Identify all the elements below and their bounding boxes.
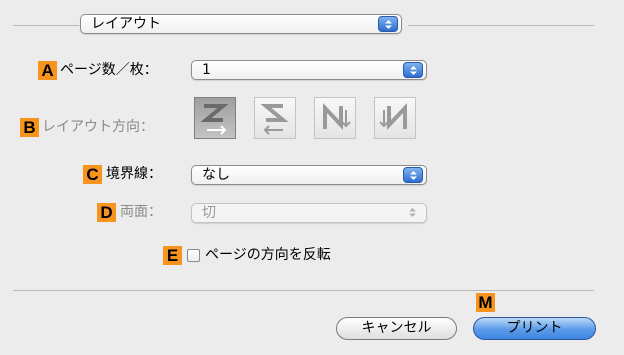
layout-panel-popup[interactable]: レイアウト <box>80 14 402 34</box>
badge-m: M <box>476 293 495 312</box>
z-layout-icon <box>200 104 229 135</box>
border-label: 境界線： <box>106 166 162 182</box>
layout-direction-reverse-n-button[interactable] <box>374 97 416 139</box>
print-button[interactable]: プリント <box>473 317 596 340</box>
duplex-value: 切 <box>202 205 216 221</box>
badge-a: A <box>38 61 57 80</box>
reverse-z-layout-icon <box>260 104 289 135</box>
reverse-page-orientation-label[interactable]: ページの方向を反転 <box>205 245 331 265</box>
border-value: なし <box>202 167 230 183</box>
top-divider-right <box>408 25 594 26</box>
pages-per-sheet-popup[interactable]: 1 <box>191 60 427 80</box>
layout-direction-n-button[interactable] <box>314 97 356 139</box>
popup-arrows-icon <box>378 16 398 32</box>
badge-b: B <box>20 118 39 137</box>
pages-per-sheet-label: ページ数／枚： <box>60 62 158 78</box>
n-layout-icon <box>323 102 351 131</box>
layout-direction-z-button[interactable] <box>194 97 236 139</box>
badge-d: D <box>97 203 116 222</box>
badge-e: E <box>163 246 182 265</box>
badge-c: C <box>83 165 102 184</box>
reverse-n-layout-icon <box>379 102 407 131</box>
layout-panel-value: レイアウト <box>91 16 161 32</box>
popup-arrows-icon <box>403 205 423 221</box>
pages-per-sheet-value: 1 <box>202 62 211 78</box>
cancel-button[interactable]: キャンセル <box>336 317 457 340</box>
duplex-popup[interactable]: 切 <box>191 203 427 223</box>
layout-direction-label: レイアウト方向： <box>42 119 154 135</box>
reverse-page-orientation-checkbox[interactable] <box>187 249 200 262</box>
border-popup[interactable]: なし <box>191 165 427 185</box>
top-divider-left <box>13 25 79 26</box>
layout-direction-reverse-z-button[interactable] <box>254 97 296 139</box>
bottom-divider <box>13 290 594 291</box>
popup-arrows-icon <box>403 167 423 183</box>
popup-arrows-icon <box>403 62 423 78</box>
duplex-label: 両面： <box>120 204 162 220</box>
